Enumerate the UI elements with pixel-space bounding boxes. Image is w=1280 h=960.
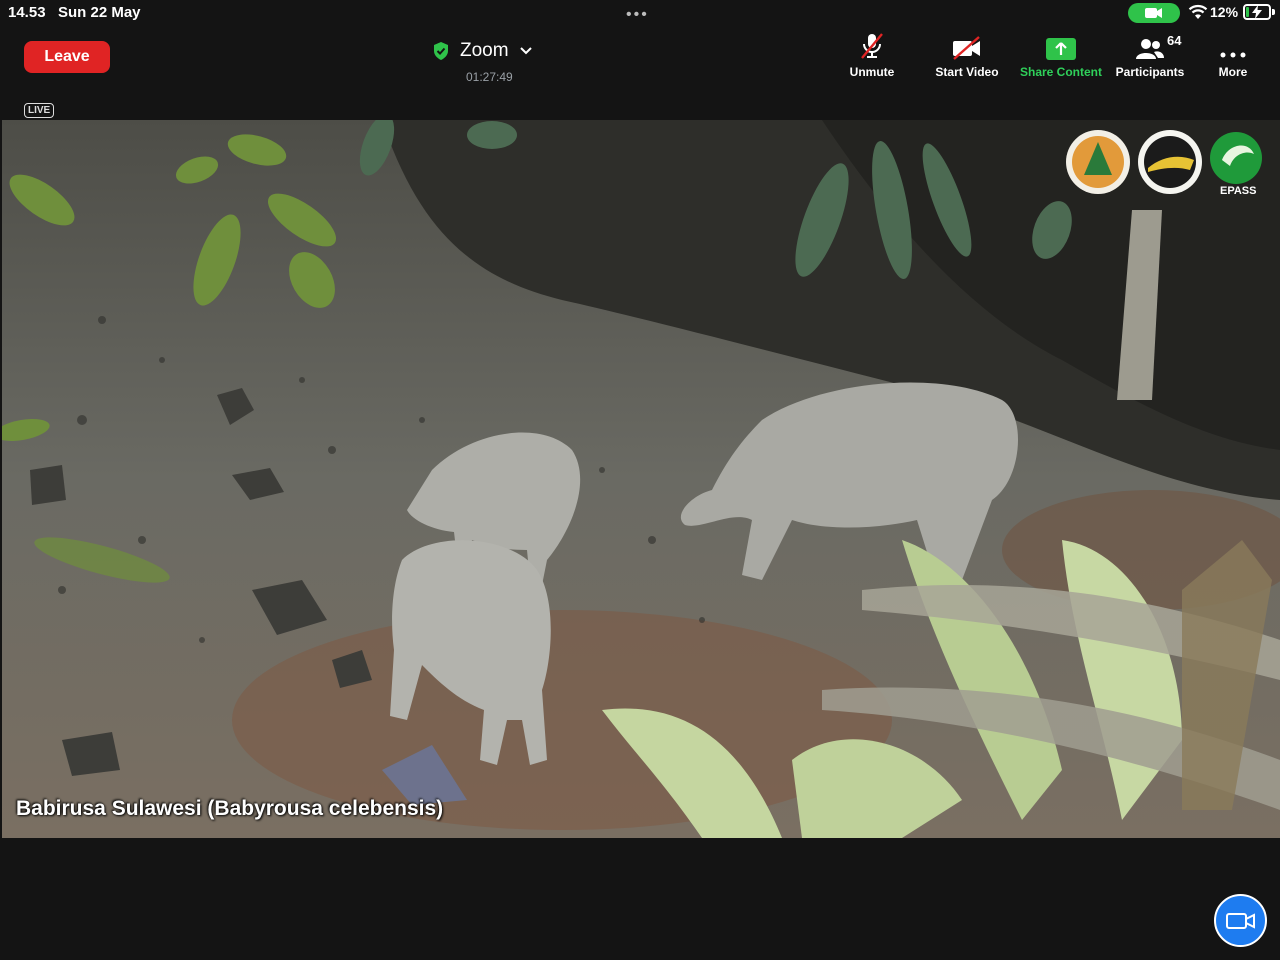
meeting-timer: 01:27:49 — [466, 70, 513, 84]
battery-fill — [1246, 7, 1249, 17]
shared-video-feed[interactable]: EPASS — [2, 120, 1280, 838]
share-content-label: Share Content — [1019, 65, 1102, 79]
more-icon — [1220, 52, 1246, 58]
battery-percent: 12% — [1210, 4, 1239, 20]
camera-in-use-indicator — [1128, 3, 1180, 23]
charging-bolt-icon — [1252, 5, 1262, 19]
video-camera-icon — [1225, 912, 1255, 929]
video-frame: EPASS — [2, 120, 1280, 838]
unmute-button[interactable]: Unmute — [846, 33, 898, 79]
logo-text: EPASS — [1220, 185, 1256, 197]
unmute-label: Unmute — [849, 65, 895, 79]
share-icon — [1046, 38, 1076, 60]
mic-muted-icon — [861, 33, 883, 59]
start-video-button[interactable]: Start Video — [932, 34, 1002, 79]
meeting-title-dropdown[interactable]: Zoom — [432, 40, 533, 62]
leave-button[interactable]: Leave — [24, 41, 110, 73]
participant-count-badge: 64 — [1167, 33, 1182, 48]
participants-label: Participants — [1115, 65, 1185, 79]
video-caption: Babirusa Sulawesi (Babyrousa celebensis) — [16, 797, 444, 820]
date: Sun 22 May — [58, 4, 141, 21]
share-content-button[interactable]: Share Content — [1016, 34, 1106, 79]
meeting-name: Zoom — [460, 40, 509, 61]
more-button[interactable]: More — [1214, 34, 1252, 79]
live-badge: LIVE — [24, 103, 55, 118]
battery-tip — [1272, 9, 1275, 15]
video-off-icon — [953, 36, 980, 60]
shield-check-icon — [434, 42, 448, 60]
battery-icon — [1243, 4, 1271, 20]
wifi-icon — [1188, 4, 1208, 19]
participants-icon — [1136, 39, 1164, 59]
status-bar: 14.53 Sun 22 May ••• 12% — [0, 0, 1280, 26]
clock: 14.53 — [8, 4, 46, 21]
start-video-label: Start Video — [935, 65, 999, 79]
multitask-dots-icon[interactable]: ••• — [626, 6, 649, 24]
camera-indicator-icon — [1145, 8, 1162, 18]
camera-float-button[interactable] — [1214, 894, 1267, 947]
chevron-down-icon — [519, 47, 532, 55]
more-label: More — [1218, 65, 1248, 79]
